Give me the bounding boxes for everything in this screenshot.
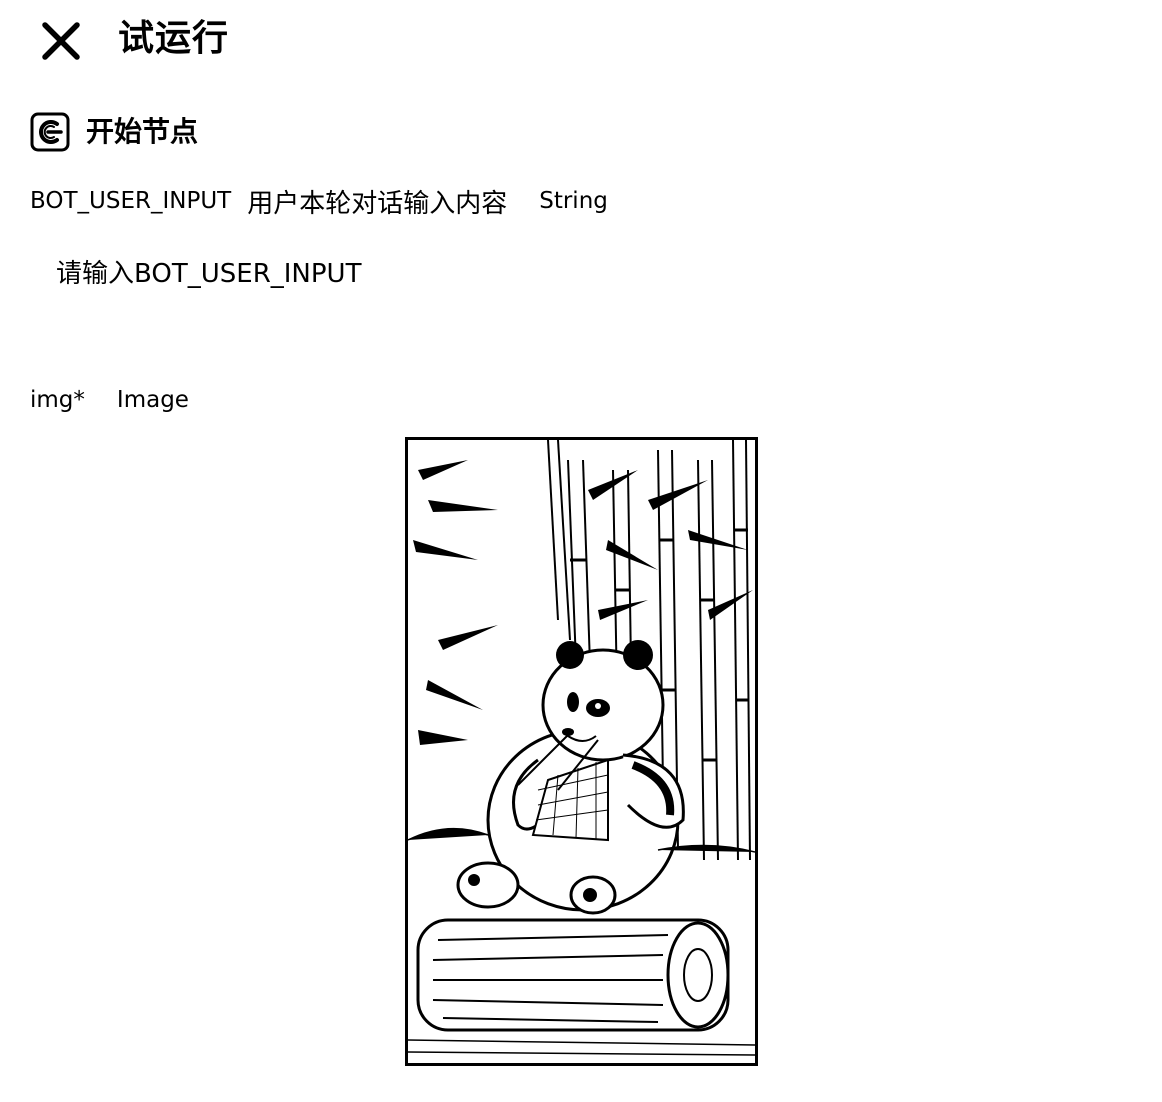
close-icon[interactable] [40, 20, 82, 62]
param-name: BOT_USER_INPUT [30, 188, 232, 214]
start-node-title: 开始节点 [86, 115, 199, 148]
test-run-panel: 试运行 开始节点 BOT_USER_INPUT 用户本轮对话输入内容 Strin… [0, 0, 1162, 1102]
param-description: 用户本轮对话输入内容 [247, 188, 508, 219]
param-bot-user-input: BOT_USER_INPUT 用户本轮对话输入内容 String [30, 184, 608, 219]
bot-user-input-field[interactable] [30, 246, 730, 302]
param-img: img* Image [30, 384, 189, 416]
param-type: Image [116, 387, 189, 413]
start-node-icon [30, 112, 70, 152]
param-name: img* [30, 387, 85, 413]
page-title: 试运行 [118, 18, 230, 59]
param-type: String [539, 188, 608, 214]
uploaded-image-panda[interactable] [405, 437, 758, 1066]
